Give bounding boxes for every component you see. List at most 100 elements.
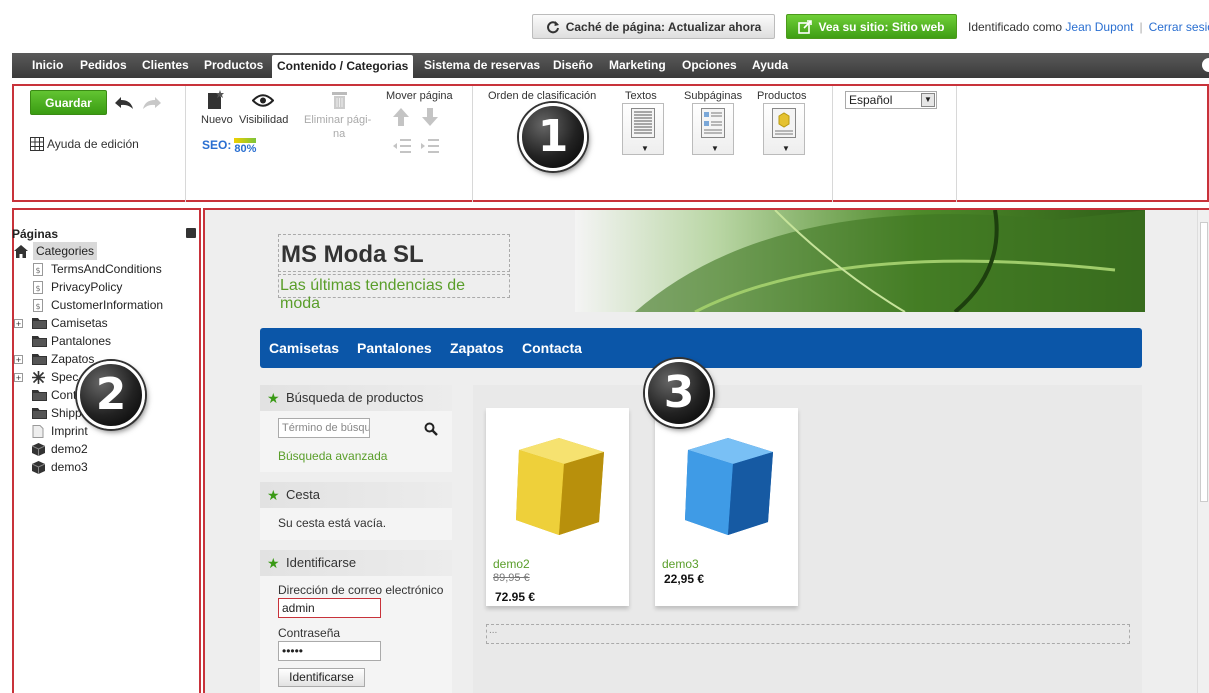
- view-site-button[interactable]: Vea su sitio: Sitio web: [786, 14, 957, 39]
- tree-item-camisetas[interactable]: + Camisetas: [14, 314, 108, 332]
- cart-empty-text: Su cesta está vacía.: [278, 516, 387, 530]
- nav-contacta[interactable]: Contacta: [522, 340, 582, 356]
- menu-item-opciones[interactable]: Opciones: [682, 53, 737, 78]
- site-title-box[interactable]: MS Moda SL: [278, 234, 510, 272]
- tree-item-demo3[interactable]: demo3: [14, 458, 88, 476]
- tree-item-demo2[interactable]: demo2: [14, 440, 88, 458]
- product-name[interactable]: demo3: [662, 557, 699, 571]
- seo-indicator: SEO: 80%: [202, 138, 262, 156]
- new-page-icon[interactable]: [207, 90, 225, 110]
- nav-pantalones[interactable]: Pantalones: [357, 340, 432, 356]
- language-select[interactable]: Español ▼: [845, 91, 937, 109]
- menu-item-pedidos[interactable]: Pedidos: [80, 53, 127, 78]
- scrollbar-thumb[interactable]: [1200, 222, 1208, 502]
- expand-toggle-icon[interactable]: +: [14, 354, 23, 364]
- tree-item-privacypolicy[interactable]: $ PrivacyPolicy: [14, 278, 122, 296]
- menu-item-contenido[interactable]: Contenido / Categorias: [272, 55, 414, 78]
- seo-label: SEO:: [202, 138, 232, 152]
- tree-item-label: CustomerInformation: [51, 298, 164, 312]
- folder-icon: [32, 317, 48, 329]
- product-card-demo3[interactable]: demo3 22,95 €: [655, 408, 798, 606]
- edit-help-label: Ayuda de edición: [47, 137, 139, 151]
- header-leaf-image: [575, 210, 1145, 312]
- separator: |: [1139, 20, 1143, 34]
- login-widget-title: ★ Identificarse: [260, 550, 452, 576]
- menu-item-reservas[interactable]: Sistema de reservas: [424, 53, 540, 78]
- star-icon: ★: [267, 390, 280, 406]
- collapse-panel-icon[interactable]: [186, 228, 196, 238]
- folder-icon: [32, 335, 48, 347]
- menu-item-ayuda[interactable]: Ayuda: [752, 53, 788, 78]
- star-icon: ★: [267, 487, 280, 503]
- star-icon: [32, 370, 48, 384]
- tree-item-termsandconditions[interactable]: $ TermsAndConditions: [14, 260, 162, 278]
- subpages-layout-selector[interactable]: ▼: [692, 103, 734, 155]
- toolbar-divider: [956, 86, 957, 202]
- grid-icon: [30, 137, 44, 151]
- menu-item-marketing[interactable]: Marketing: [609, 53, 666, 78]
- seo-value: 80%: [234, 143, 257, 155]
- expand-toggle-icon[interactable]: +: [14, 318, 23, 328]
- advanced-search-link[interactable]: Búsqueda avanzada: [278, 449, 387, 463]
- site-subtitle-box[interactable]: Las últimas tendencias de moda: [278, 274, 510, 312]
- texts-layout-selector[interactable]: ▼: [622, 103, 664, 155]
- redo-icon[interactable]: [141, 95, 163, 111]
- password-field[interactable]: •••••: [278, 641, 381, 661]
- star-icon: ★: [267, 555, 280, 571]
- svg-text:$: $: [36, 284, 41, 293]
- preview-scrollbar[interactable]: [1197, 210, 1209, 693]
- folder-icon: [32, 353, 48, 365]
- product-name[interactable]: demo2: [493, 557, 530, 571]
- product-card-demo2[interactable]: demo2 89,95 € 72.95 €: [486, 408, 629, 606]
- menu-item-diseno[interactable]: Diseño: [553, 53, 593, 78]
- language-value: Español: [849, 93, 893, 107]
- page-cache-refresh-button[interactable]: Caché de página: Actualizar ahora: [532, 14, 775, 39]
- tree-item-pantalones[interactable]: Pantalones: [14, 332, 111, 350]
- product-search-input[interactable]: Término de búsqueda: [278, 418, 370, 438]
- box-icon: [32, 442, 48, 456]
- menu-item-inicio[interactable]: Inicio: [32, 53, 63, 78]
- products-label: Productos: [757, 90, 807, 102]
- email-label: Dirección de correo electrónico: [278, 583, 444, 597]
- tree-item-label: Pantalones: [51, 334, 112, 348]
- editor-toolbar: [12, 84, 1209, 202]
- seo-meter: 80%: [234, 138, 262, 156]
- page-dollar-icon: $: [32, 280, 48, 294]
- toolbar-divider: [832, 86, 833, 202]
- tree-item-imprint[interactable]: Imprint: [14, 422, 88, 440]
- search-icon[interactable]: [424, 422, 438, 436]
- expand-toggle-icon[interactable]: +: [14, 372, 23, 382]
- logout-link[interactable]: Cerrar sesión: [1149, 20, 1209, 34]
- tree-item-customerinformation[interactable]: $ CustomerInformation: [14, 296, 163, 314]
- tree-item-cont[interactable]: Cont: [14, 386, 76, 404]
- user-name-link[interactable]: Jean Dupont: [1065, 20, 1133, 34]
- cart-widget-title: ★ Cesta: [260, 482, 452, 508]
- email-field[interactable]: admin: [278, 598, 381, 618]
- menu-item-productos[interactable]: Productos: [204, 53, 263, 78]
- menu-item-clientes[interactable]: Clientes: [142, 53, 189, 78]
- folder-icon: [32, 389, 48, 401]
- tree-item-spec[interactable]: + Spec: [14, 368, 78, 386]
- tree-item-label: Camisetas: [51, 316, 108, 330]
- eye-icon[interactable]: [252, 94, 274, 107]
- edit-help-button[interactable]: Ayuda de edición: [30, 137, 139, 151]
- tree-item-label: PrivacyPolicy: [51, 280, 123, 294]
- tree-item-label: demo2: [51, 442, 88, 456]
- save-button[interactable]: Guardar: [30, 90, 107, 115]
- product-image-yellow-cube: [516, 438, 604, 535]
- nav-zapatos[interactable]: Zapatos: [450, 340, 504, 356]
- dropdown-arrow-icon: ▼: [711, 144, 719, 153]
- tree-item-zapatos[interactable]: + Zapatos: [14, 350, 94, 368]
- page-icon: [32, 424, 48, 438]
- content-placeholder-box[interactable]: ...: [486, 624, 1130, 644]
- password-label: Contraseña: [278, 626, 341, 640]
- undo-icon[interactable]: [113, 95, 135, 111]
- products-layout-selector[interactable]: ▼: [763, 103, 805, 155]
- site-title: MS Moda SL: [281, 241, 424, 268]
- tree-item-categories[interactable]: Categories: [14, 242, 98, 260]
- tree-item-label: Categories: [33, 242, 98, 260]
- login-button[interactable]: Identificarse: [278, 668, 365, 687]
- home-icon: [14, 244, 30, 258]
- nav-camisetas[interactable]: Camisetas: [269, 340, 339, 356]
- help-circle-icon[interactable]: [1202, 58, 1209, 72]
